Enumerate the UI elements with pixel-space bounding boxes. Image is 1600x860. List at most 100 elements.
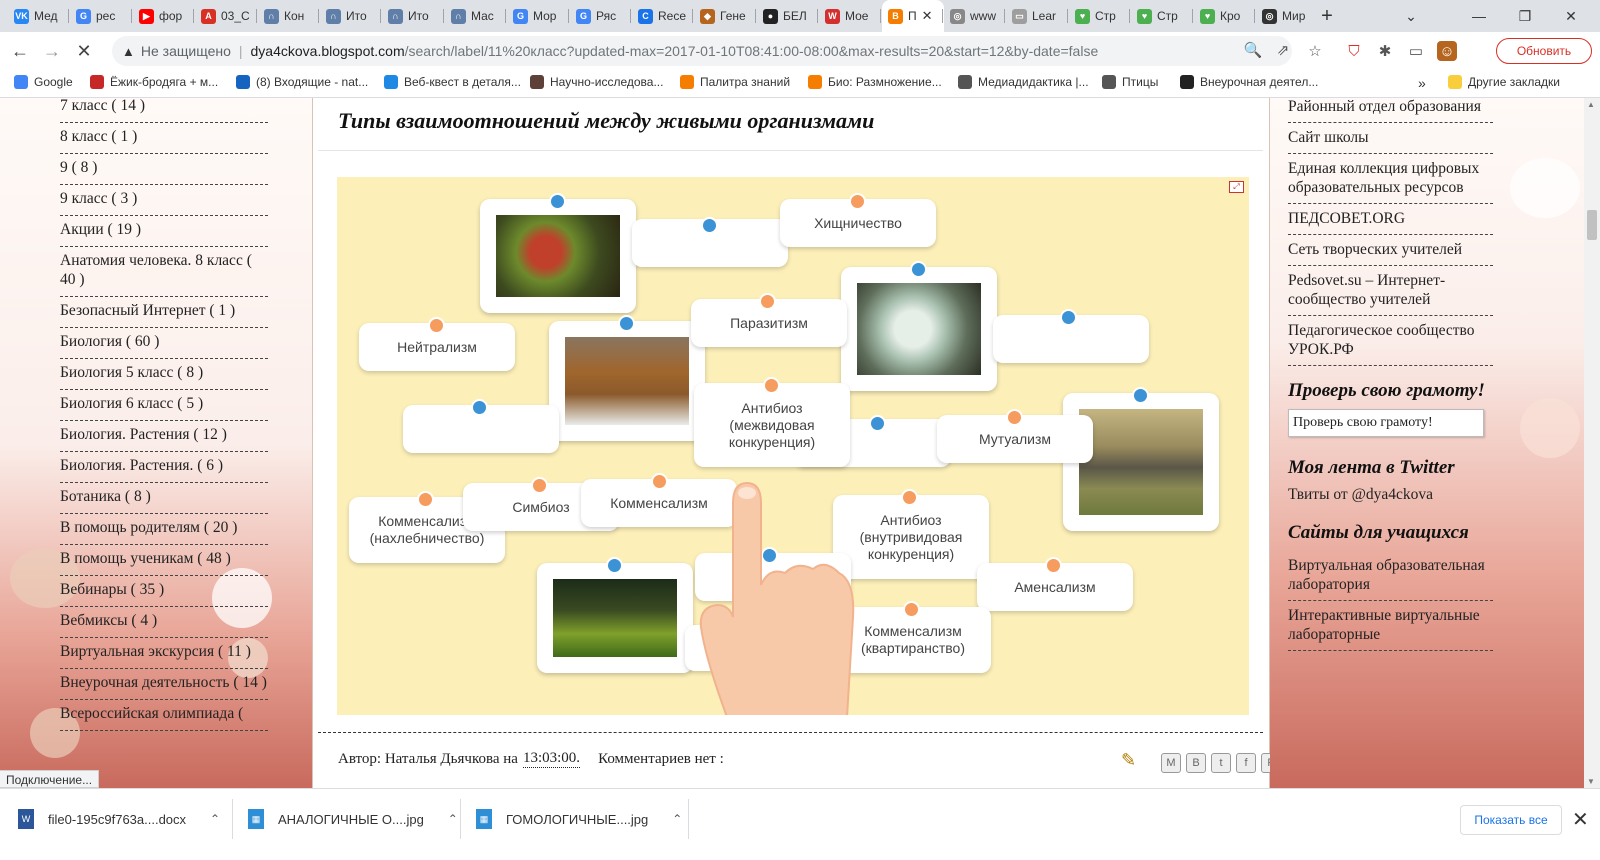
- email-share-icon[interactable]: M: [1161, 753, 1181, 773]
- connector-dot[interactable]: [417, 491, 434, 508]
- profile-avatar[interactable]: ☺: [1437, 41, 1457, 61]
- connector-dot[interactable]: [471, 399, 488, 416]
- browser-tab[interactable]: ∩ Ито: [382, 0, 438, 32]
- edit-pencil-icon[interactable]: ✎: [1121, 750, 1136, 771]
- tab-search-chevron-icon[interactable]: ⌄: [1388, 0, 1434, 32]
- label-link[interactable]: Биология. Растения ( 12 ): [60, 421, 268, 452]
- connector-dot[interactable]: [759, 293, 776, 310]
- extensions-icon[interactable]: ✱: [1375, 41, 1395, 61]
- connector-dot[interactable]: [1132, 387, 1149, 404]
- browser-tab[interactable]: ♥ Кро: [1194, 0, 1250, 32]
- connector-dot[interactable]: [910, 261, 927, 278]
- browser-tab[interactable]: ♥ Стр: [1069, 0, 1125, 32]
- chevron-up-icon[interactable]: ⌃: [210, 812, 220, 826]
- connector-dot[interactable]: [1006, 409, 1023, 426]
- scroll-up-arrow[interactable]: ▲: [1587, 100, 1595, 109]
- bookmarks-more-button[interactable]: »: [1418, 75, 1426, 91]
- adblock-icon[interactable]: ⛉: [1344, 41, 1364, 61]
- browser-tab[interactable]: ◆ Гене: [694, 0, 750, 32]
- browser-tab[interactable]: ● БЕЛ: [757, 0, 813, 32]
- sidebar-link[interactable]: Виртуальная образовательная лаборатория: [1288, 551, 1493, 601]
- label-link[interactable]: В помощь родителям ( 20 ): [60, 514, 268, 545]
- sidebar-link[interactable]: Сайт школы: [1288, 123, 1493, 154]
- bookmark-item[interactable]: Внеурочная деятел...: [1180, 75, 1318, 89]
- learning-app[interactable]: Хищничество Паразитизм Нейтрализм Мутуал…: [337, 177, 1249, 715]
- blogger-share-icon[interactable]: B: [1186, 753, 1206, 773]
- tweets-link[interactable]: Твиты от @dya4ckova: [1288, 486, 1493, 504]
- label-link[interactable]: 8 класс ( 1 ): [60, 123, 268, 154]
- browser-tab-active[interactable]: B П ✕: [882, 0, 944, 32]
- connector-dot[interactable]: [549, 193, 566, 210]
- sidebar-link[interactable]: Районный отдел образования: [1288, 98, 1493, 123]
- sidebar-link[interactable]: Интерактивные виртуальные лабораторные: [1288, 601, 1493, 651]
- browser-tab[interactable]: Gрес: [70, 0, 126, 32]
- connector-dot[interactable]: [849, 193, 866, 210]
- label-link[interactable]: Биология 5 класс ( 8 ): [60, 359, 268, 390]
- connector-dot[interactable]: [701, 217, 718, 234]
- connector-dot[interactable]: [1045, 557, 1062, 574]
- browser-tab[interactable]: ◎ www: [944, 0, 1000, 32]
- label-link[interactable]: Вебинары ( 35 ): [60, 576, 268, 607]
- label-link[interactable]: Всероссийская олимпиада (: [60, 700, 268, 731]
- sidebar-link[interactable]: Сеть творческих учителей: [1288, 235, 1493, 266]
- browser-tab[interactable]: ♥ Стр: [1131, 0, 1187, 32]
- browser-tab[interactable]: ▶ фор: [133, 0, 189, 32]
- photo-card-flytrap[interactable]: [480, 199, 636, 313]
- label-link[interactable]: Акции ( 19 ): [60, 216, 268, 247]
- browser-tab[interactable]: ∩ Кон: [258, 0, 314, 32]
- scroll-down-arrow[interactable]: ▼: [1587, 777, 1595, 786]
- download-item[interactable]: ▦ ГОМОЛОГИЧНЫЕ....jpg ⌃: [476, 803, 682, 835]
- connector-dot[interactable]: [606, 557, 623, 574]
- bookmark-item[interactable]: Веб-квест в деталя...: [384, 75, 521, 89]
- label-link[interactable]: Вебмиксы ( 4 ): [60, 607, 268, 638]
- comments-link[interactable]: Комментариев нет :: [598, 751, 724, 768]
- zoom-icon[interactable]: 🔍: [1243, 40, 1263, 60]
- bookmark-item[interactable]: Палитра знаний: [680, 75, 790, 89]
- bookmark-item[interactable]: Ёжик-бродяга + м...: [90, 75, 218, 89]
- photo-card-bear[interactable]: [549, 321, 705, 441]
- label-link[interactable]: 7 класс ( 14 ): [60, 98, 268, 123]
- connector-dot[interactable]: [618, 315, 635, 332]
- sidebar-link[interactable]: Pedsovet.su – Интернет-сообщество учител…: [1288, 266, 1493, 316]
- update-button[interactable]: Обновить: [1496, 38, 1592, 64]
- chevron-up-icon[interactable]: ⌃: [448, 812, 458, 826]
- connector-dot[interactable]: [903, 601, 920, 618]
- vertical-scrollbar[interactable]: ▲ ▼: [1584, 98, 1600, 788]
- bookmark-item[interactable]: Био: Размножение...: [808, 75, 942, 89]
- connector-dot[interactable]: [428, 317, 445, 334]
- browser-tab[interactable]: A 03_С: [195, 0, 251, 32]
- label-link[interactable]: Анатомия человека. 8 класс ( 40 ): [60, 247, 268, 297]
- sidebar-link[interactable]: Педагогическое сообщество УРОК.РФ: [1288, 316, 1493, 366]
- share-page-icon[interactable]: ⇗: [1273, 40, 1293, 60]
- tab-close-icon[interactable]: ✕: [922, 8, 933, 24]
- label-link[interactable]: Виртуальная экскурсия ( 11 ): [60, 638, 268, 669]
- connector-dot[interactable]: [901, 489, 918, 506]
- card-antibiosis-interspecific[interactable]: Антибиоз (межвидовая конкуренция): [694, 383, 850, 467]
- browser-tab[interactable]: VK Мед: [8, 0, 64, 32]
- security-status[interactable]: Не защищено: [141, 43, 231, 59]
- label-link[interactable]: 9 класс ( 3 ): [60, 185, 268, 216]
- connector-dot[interactable]: [531, 477, 548, 494]
- side-panel-icon[interactable]: ▭: [1406, 41, 1426, 61]
- browser-tab[interactable]: C Rece: [632, 0, 688, 32]
- connector-dot[interactable]: [1060, 309, 1077, 326]
- connector-dot[interactable]: [869, 415, 886, 432]
- sidebar-link[interactable]: ПЕДСОВЕТ.ORG: [1288, 204, 1493, 235]
- download-item[interactable]: ▦ АНАЛОГИЧНЫЕ О....jpg ⌃: [248, 803, 458, 835]
- sidebar-link[interactable]: Единая коллекция цифровых образовательны…: [1288, 154, 1493, 204]
- browser-tab[interactable]: G Мор: [507, 0, 563, 32]
- photo-card-lichen[interactable]: [841, 267, 997, 391]
- photo-card-forest[interactable]: [537, 563, 693, 673]
- gramota-banner[interactable]: Проверь свою грамоту!: [1288, 409, 1484, 437]
- bookmark-item[interactable]: Научно-исследова...: [530, 75, 663, 89]
- download-item[interactable]: Wfile0-195c9f763a....docx ⌃: [18, 803, 220, 835]
- show-all-downloads-button[interactable]: Показать все: [1460, 805, 1562, 835]
- post-time[interactable]: 13:03:00.: [522, 750, 581, 768]
- scrollbar-thumb[interactable]: [1587, 210, 1597, 240]
- new-tab-button[interactable]: +: [1304, 0, 1350, 32]
- facebook-share-icon[interactable]: f: [1236, 753, 1256, 773]
- bookmark-item[interactable]: Птицы: [1102, 75, 1158, 89]
- browser-tab[interactable]: G Ряс: [570, 0, 626, 32]
- close-downloads-bar-icon[interactable]: ✕: [1572, 807, 1589, 832]
- browser-tab[interactable]: ▭ Lear: [1006, 0, 1062, 32]
